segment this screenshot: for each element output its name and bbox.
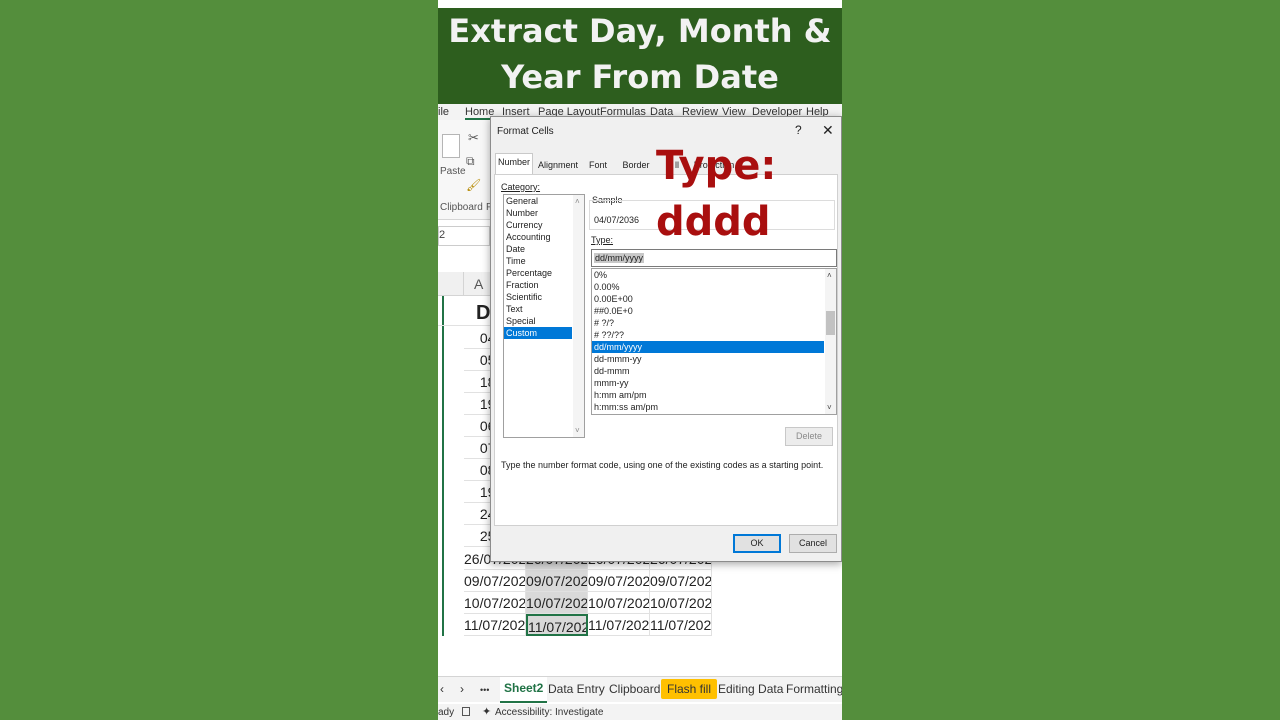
type-item[interactable]: dd-mmm (592, 365, 824, 377)
category-scrollbar[interactable]: ˄ ˅ (573, 195, 584, 437)
dialog-title: Format Cells (497, 126, 554, 137)
cell-date[interactable]: 10/07/2023 (464, 592, 526, 614)
overlay-line-2: dddd (656, 199, 771, 245)
tab-scroll-prev-icon[interactable]: ‹ (440, 682, 444, 696)
row-header-corner (438, 272, 464, 296)
scroll-up-icon[interactable]: ˄ (575, 197, 580, 206)
tab-flash-fill[interactable]: Flash fill (661, 679, 718, 699)
sample-value: 04/07/2036 (594, 215, 640, 225)
category-item[interactable]: Fraction (504, 279, 584, 291)
type-item[interactable]: # ??/?? (592, 329, 824, 341)
cell-date[interactable]: 09/07/2023 (464, 570, 526, 592)
type-item[interactable]: 0.00% (592, 281, 824, 293)
cancel-button[interactable]: Cancel (789, 534, 837, 553)
menu-file[interactable]: ile (438, 106, 449, 118)
accessibility-status[interactable]: Accessibility: Investigate (495, 707, 603, 718)
status-bar: ady ✦ Accessibility: Investigate (438, 704, 842, 720)
scroll-thumb[interactable] (826, 311, 835, 335)
category-item[interactable]: Accounting (504, 231, 584, 243)
tab-clipboard[interactable]: Clipboard (609, 682, 660, 696)
banner-line-2: Year From Date (501, 58, 779, 96)
type-item[interactable]: mmm-yy (592, 377, 824, 389)
category-item[interactable]: General (504, 195, 584, 207)
paste-icon[interactable] (442, 134, 460, 158)
category-item[interactable]: Time (504, 255, 584, 267)
help-icon[interactable]: ? (795, 123, 802, 137)
tab-number[interactable]: Number (495, 153, 533, 174)
cell-date[interactable]: 09/07/2023 (650, 570, 712, 592)
type-item[interactable]: dd-mmm-yy (592, 353, 824, 365)
type-item[interactable]: 0.00E+00 (592, 293, 824, 305)
paste-label: Paste (440, 166, 466, 177)
excel-window: Extract Day, Month & Year From Date ile … (438, 0, 842, 720)
top-strip (438, 0, 842, 8)
category-list[interactable]: General Number Currency Accounting Date … (503, 194, 585, 438)
type-input-value: dd/mm/yyyy (594, 253, 645, 263)
cell-date[interactable]: 10/07/2023 (588, 592, 650, 614)
overlay-line-1: Type: (656, 143, 777, 189)
category-item[interactable]: Percentage (504, 267, 584, 279)
tab-formatting[interactable]: Formatting (786, 682, 842, 696)
type-list[interactable]: 0% 0.00% 0.00E+00 ##0.0E+0 # ?/? # ??/??… (591, 268, 837, 415)
more-tabs-icon[interactable]: ••• (480, 685, 489, 695)
cell-selected[interactable]: 11/07/2023 (526, 614, 588, 636)
sheet-tabs: ‹ › ••• Sheet2 Data Entry Clipboard Flas… (438, 676, 842, 703)
cell-date[interactable]: 10/07/2023 (650, 592, 712, 614)
tab-scroll-next-icon[interactable]: › (460, 682, 464, 696)
category-item[interactable]: Text (504, 303, 584, 315)
type-item-selected[interactable]: dd/mm/yyyy (592, 341, 824, 353)
type-list-scrollbar[interactable]: ˄ ˅ (825, 269, 836, 414)
tab-font[interactable]: Font (585, 157, 611, 174)
status-ready: ady (438, 707, 455, 718)
tab-border[interactable]: Border (619, 157, 653, 174)
cell-selected[interactable]: 09/07/2023 (526, 570, 588, 592)
type-input[interactable]: dd/mm/yyyy (591, 249, 837, 267)
tab-editing-data[interactable]: Editing Data (718, 682, 783, 696)
cut-icon[interactable]: ✂ (468, 130, 479, 146)
banner-line-1: Extract Day, Month & (448, 12, 832, 50)
hint-text: Type the number format code, using one o… (501, 460, 824, 470)
scroll-up-icon[interactable]: ˄ (827, 271, 832, 280)
cell-date[interactable]: 11/07/2023 (588, 614, 650, 636)
category-item[interactable]: Scientific (504, 291, 584, 303)
category-label: Category: (501, 182, 541, 192)
macro-record-icon[interactable] (462, 707, 470, 716)
cell-date[interactable]: 11/07/2023 (464, 614, 526, 636)
category-item[interactable]: Number (504, 207, 584, 219)
tab-alignment[interactable]: Alignment (535, 157, 581, 174)
cell-date[interactable]: 11/07/2023 (650, 614, 712, 636)
type-item[interactable]: ##0.0E+0 (592, 305, 824, 317)
clipboard-group-label: Clipboard (440, 202, 483, 213)
accessibility-icon[interactable]: ✦ (482, 705, 491, 718)
copy-icon[interactable]: ⧉ (466, 154, 475, 169)
type-item[interactable]: h:mm:ss am/pm (592, 401, 824, 413)
category-item[interactable]: Special (504, 315, 584, 327)
format-painter-icon[interactable]: 🖌 (466, 178, 481, 192)
scroll-down-icon[interactable]: ˅ (575, 426, 580, 435)
title-banner: Extract Day, Month & Year From Date (438, 0, 842, 104)
selection-edge (442, 296, 444, 636)
name-box[interactable]: 2 (438, 226, 490, 246)
tab-sheet2[interactable]: Sheet2 (500, 677, 548, 703)
category-item[interactable]: Date (504, 243, 584, 255)
cell-date[interactable]: 09/07/2023 (588, 570, 650, 592)
type-label: Type: (591, 235, 614, 245)
close-icon[interactable]: ✕ (822, 122, 834, 139)
scroll-down-icon[interactable]: ˅ (827, 403, 832, 412)
type-item[interactable]: h:mm am/pm (592, 389, 824, 401)
delete-button[interactable]: Delete (785, 427, 833, 446)
type-item[interactable]: # ?/? (592, 317, 824, 329)
ok-button[interactable]: OK (733, 534, 781, 553)
category-item[interactable]: Currency (504, 219, 584, 231)
instruction-overlay: Type: dddd (656, 138, 846, 250)
tab-data-entry[interactable]: Data Entry (548, 682, 605, 696)
cell-selected[interactable]: 10/07/2023 (526, 592, 588, 614)
category-item-custom[interactable]: Custom (504, 327, 572, 339)
type-item[interactable]: 0% (592, 269, 824, 281)
